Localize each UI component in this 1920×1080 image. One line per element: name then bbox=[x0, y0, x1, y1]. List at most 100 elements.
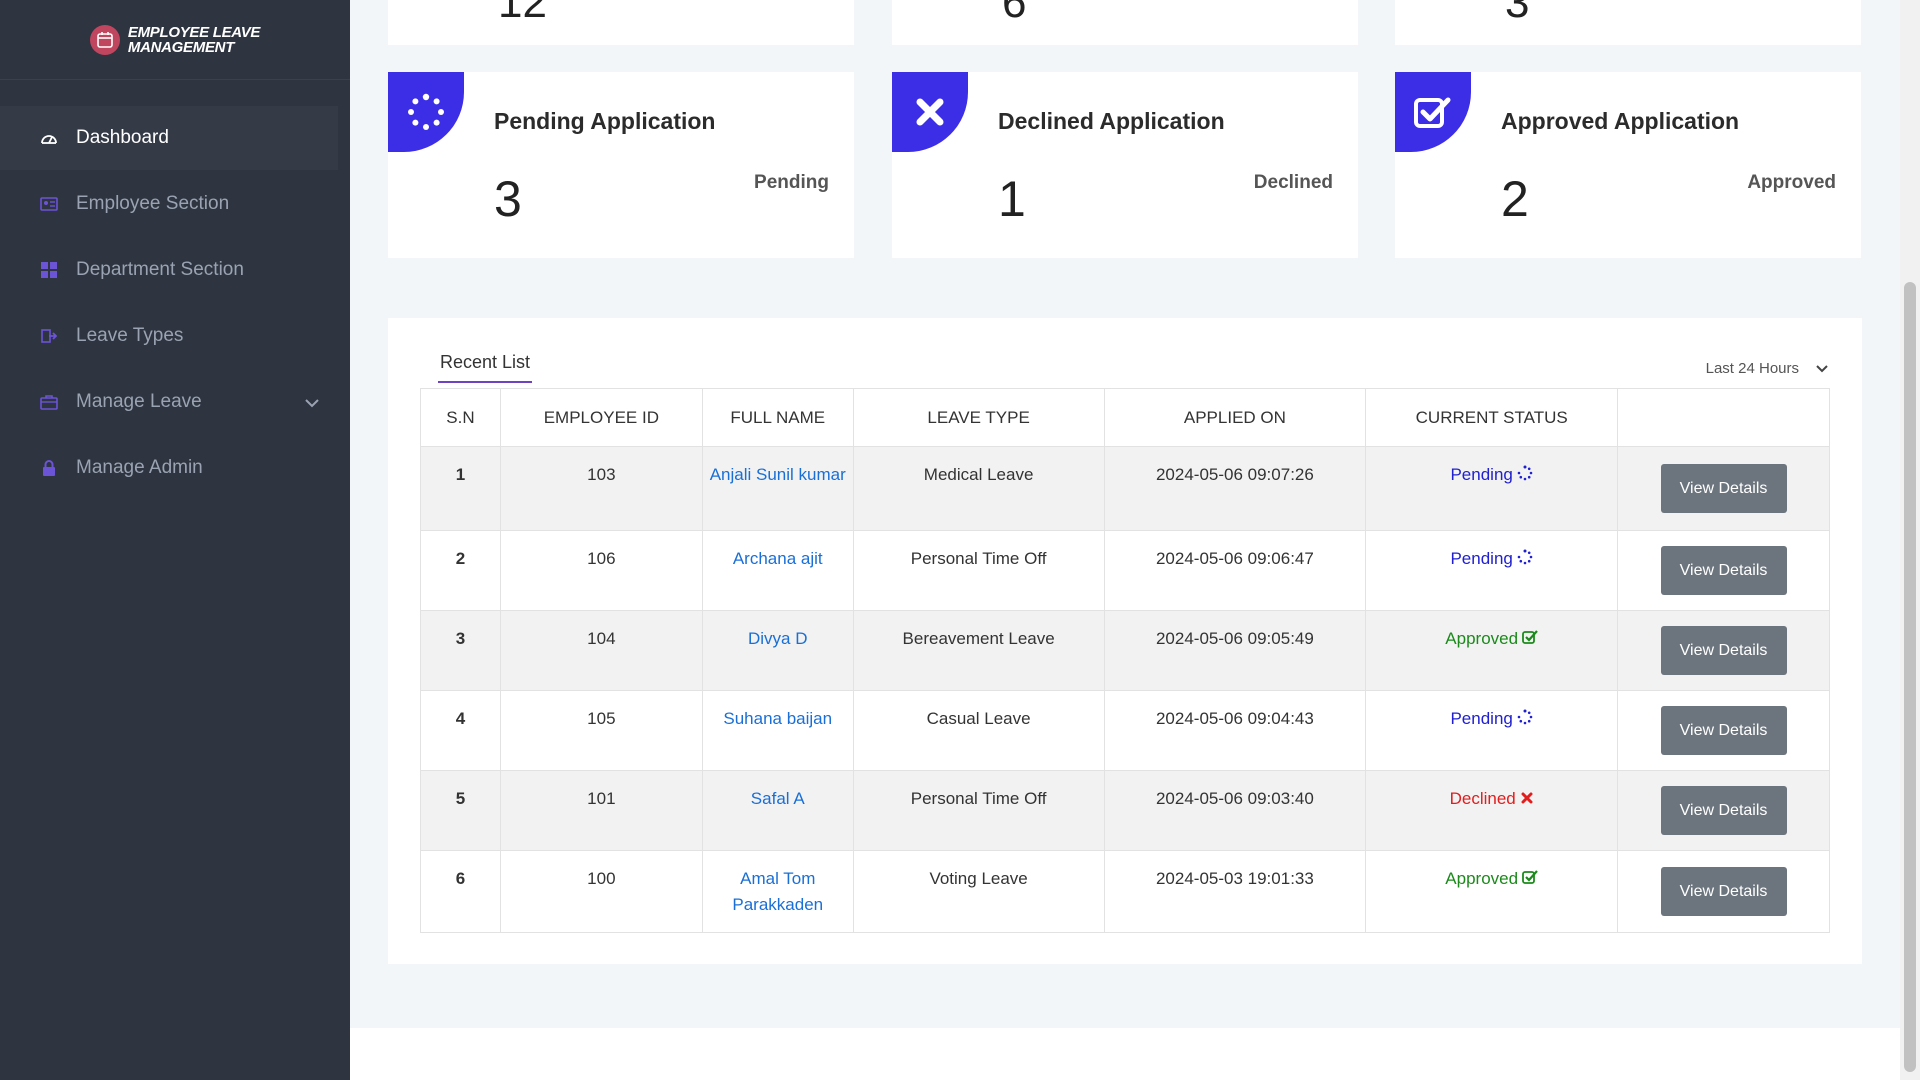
approved-application-card[interactable]: Approved Application 2 Approved bbox=[1395, 72, 1861, 258]
row-applied-on: 2024-05-06 09:04:43 bbox=[1103, 690, 1367, 771]
view-details-button[interactable]: View Details bbox=[1660, 867, 1787, 916]
recent-leave-table: S.N EMPLOYEE ID FULL NAME LEAVE TYPE APP… bbox=[420, 388, 1830, 933]
page-scrollbar[interactable] bbox=[1900, 0, 1920, 1080]
row-action: View Details bbox=[1617, 610, 1830, 691]
check-square-icon bbox=[1395, 72, 1471, 152]
status-text: Pending bbox=[1450, 549, 1513, 568]
chevron-down-icon bbox=[1815, 360, 1829, 377]
sidebar-item-employee-section[interactable]: Employee Section bbox=[0, 172, 338, 236]
table-row: 3 104 Divya D Bereavement Leave 2024-05-… bbox=[420, 610, 1830, 691]
card-count: 1 bbox=[998, 171, 1026, 227]
sidebar-item-label: Manage Leave bbox=[76, 391, 202, 412]
x-icon bbox=[1520, 790, 1534, 810]
table-row: 5 101 Safal A Personal Time Off 2024-05-… bbox=[420, 770, 1830, 851]
row-full-name-link[interactable]: Safal A bbox=[701, 770, 854, 851]
sidebar-item-label: Leave Types bbox=[76, 325, 184, 346]
table-row: 6 100 Amal Tom Parakkaden Voting Leave 2… bbox=[420, 850, 1830, 933]
calendar-logo-icon bbox=[89, 24, 120, 55]
check-square-icon bbox=[1522, 629, 1538, 650]
chevron-down-icon[interactable] bbox=[304, 392, 320, 414]
column-header: EMPLOYEE ID bbox=[499, 388, 703, 447]
row-action: View Details bbox=[1617, 530, 1830, 611]
row-leave-type: Personal Time Off bbox=[852, 530, 1105, 611]
scrollbar-thumb[interactable] bbox=[1904, 282, 1916, 1072]
row-employee-id: 104 bbox=[499, 610, 703, 691]
status-text: Approved bbox=[1445, 629, 1519, 648]
table-row: 2 106 Archana ajit Personal Time Off 202… bbox=[420, 530, 1830, 611]
column-header: S.N bbox=[420, 388, 501, 447]
row-action: View Details bbox=[1617, 446, 1830, 531]
sidebar: EMPLOYEE LEAVE MANAGEMENT Dashboard Empl… bbox=[0, 0, 350, 1080]
column-header: FULL NAME bbox=[701, 388, 854, 447]
grid-icon bbox=[40, 261, 58, 279]
status-text: Pending bbox=[1450, 709, 1513, 728]
row-full-name-link[interactable]: Anjali Sunil kumar bbox=[701, 446, 854, 531]
recent-list-card: Recent List Last 24 Hours S.N EMPLOYEE I… bbox=[388, 318, 1862, 964]
row-applied-on: 2024-05-06 09:03:40 bbox=[1103, 770, 1367, 851]
row-status: Approved bbox=[1365, 850, 1619, 933]
pending-application-card[interactable]: Pending Application 3 Pending bbox=[388, 72, 854, 258]
view-details-button[interactable]: View Details bbox=[1660, 706, 1787, 755]
x-icon bbox=[892, 72, 968, 152]
sidebar-item-department-section[interactable]: Department Section bbox=[0, 238, 338, 302]
view-details-button[interactable]: View Details bbox=[1660, 464, 1787, 513]
row-full-name-link[interactable]: Archana ajit bbox=[701, 530, 854, 611]
summary-card-top-1: 12 bbox=[388, 0, 854, 45]
summary-card-top-3: 3 bbox=[1395, 0, 1861, 45]
summary-card-top-2: 6 bbox=[892, 0, 1358, 45]
row-employee-id: 100 bbox=[499, 850, 703, 933]
sidebar-item-manage-admin[interactable]: Manage Admin bbox=[0, 436, 338, 500]
column-header: CURRENT STATUS bbox=[1365, 388, 1619, 447]
status-text: Approved bbox=[1445, 869, 1519, 888]
card-title: Pending Application bbox=[494, 108, 716, 134]
sidebar-nav: Dashboard Employee Section Department Se… bbox=[0, 106, 350, 500]
card-title: Declined Application bbox=[998, 108, 1225, 134]
row-employee-id: 103 bbox=[499, 446, 703, 531]
spinner-icon bbox=[388, 72, 464, 152]
logo-line-2: MANAGEMENT bbox=[127, 38, 235, 56]
row-leave-type: Bereavement Leave bbox=[852, 610, 1105, 691]
row-action: View Details bbox=[1617, 690, 1830, 771]
row-action: View Details bbox=[1617, 770, 1830, 851]
column-header: LEAVE TYPE bbox=[852, 388, 1105, 447]
sidebar-item-manage-leave[interactable]: Manage Leave bbox=[0, 370, 338, 434]
view-details-button[interactable]: View Details bbox=[1660, 626, 1787, 675]
sidebar-item-label: Manage Admin bbox=[76, 457, 203, 478]
spinner-icon bbox=[1517, 709, 1533, 730]
app-logo[interactable]: EMPLOYEE LEAVE MANAGEMENT bbox=[0, 0, 350, 80]
logo-text: EMPLOYEE LEAVE MANAGEMENT bbox=[127, 25, 261, 56]
time-filter-select[interactable]: Last 24 Hours bbox=[1706, 360, 1829, 377]
speedometer-icon bbox=[40, 129, 58, 147]
row-status: Pending bbox=[1365, 690, 1619, 771]
table-header-row: S.N EMPLOYEE ID FULL NAME LEAVE TYPE APP… bbox=[420, 388, 1830, 447]
view-details-button[interactable]: View Details bbox=[1660, 546, 1787, 595]
row-employee-id: 101 bbox=[499, 770, 703, 851]
sidebar-item-leave-types[interactable]: Leave Types bbox=[0, 304, 338, 368]
row-applied-on: 2024-05-06 09:06:47 bbox=[1103, 530, 1367, 611]
row-leave-type: Personal Time Off bbox=[852, 770, 1105, 851]
status-text: Declined bbox=[1449, 789, 1516, 808]
tab-recent-list[interactable]: Recent List bbox=[438, 352, 532, 383]
lock-icon bbox=[40, 459, 58, 477]
view-details-button[interactable]: View Details bbox=[1660, 786, 1787, 835]
sidebar-item-label: Employee Section bbox=[76, 193, 230, 214]
spinner-icon bbox=[1517, 549, 1533, 570]
summary-value: 12 bbox=[498, 0, 547, 27]
check-square-icon bbox=[1522, 869, 1538, 890]
card-title: Approved Application bbox=[1501, 108, 1740, 134]
row-leave-type: Voting Leave bbox=[852, 850, 1105, 933]
row-leave-type: Medical Leave bbox=[852, 446, 1105, 531]
row-full-name-link[interactable]: Suhana baijan bbox=[701, 690, 854, 771]
column-header bbox=[1617, 388, 1830, 447]
row-status: Pending bbox=[1365, 530, 1619, 611]
row-applied-on: 2024-05-06 09:05:49 bbox=[1103, 610, 1367, 691]
row-sn: 4 bbox=[420, 690, 501, 771]
sidebar-item-dashboard[interactable]: Dashboard bbox=[0, 106, 338, 170]
sign-out-icon bbox=[40, 327, 58, 345]
row-full-name-link[interactable]: Amal Tom Parakkaden bbox=[701, 850, 854, 933]
footer-strip bbox=[350, 1028, 1900, 1080]
row-sn: 1 bbox=[420, 446, 501, 531]
time-filter-value: Last 24 Hours bbox=[1705, 360, 1799, 377]
row-full-name-link[interactable]: Divya D bbox=[701, 610, 854, 691]
declined-application-card[interactable]: Declined Application 1 Declined bbox=[892, 72, 1358, 258]
